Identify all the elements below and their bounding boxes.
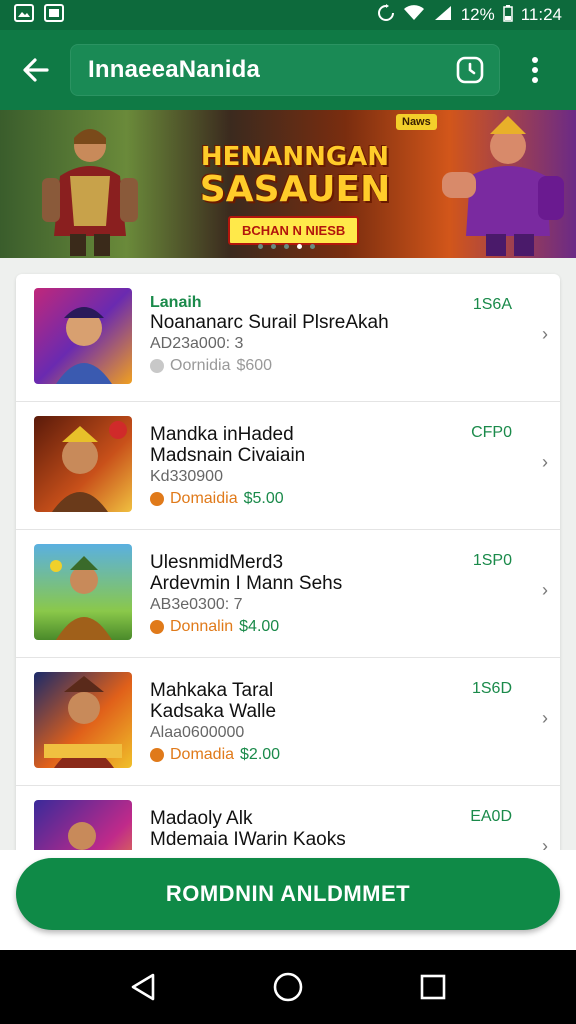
gallery-notification-icon [44, 3, 64, 27]
game-thumbnail [34, 416, 132, 512]
item-price: $2.00 [240, 746, 281, 763]
game-list: Lanaih Noananarc Surail PlsreAkah AD23a0… [16, 274, 560, 914]
clock-icon [456, 56, 484, 84]
chevron-right-icon[interactable]: › [542, 580, 548, 601]
triangle-back-icon [131, 973, 154, 1001]
image-notification-icon [14, 3, 34, 27]
indicator-dot[interactable] [284, 244, 289, 249]
list-item[interactable]: Mahkaka Taral Kadsaka Walle Alaa0600000 … [16, 658, 560, 786]
item-meta-label: Domaidia [170, 490, 238, 507]
indicator-dot-active[interactable] [297, 244, 302, 249]
item-meta-label: Donnalin [170, 618, 234, 635]
item-rating: CFP0 [471, 424, 512, 441]
circle-home-icon [273, 972, 303, 1002]
arrow-back-icon [23, 58, 49, 82]
shield-icon [150, 492, 164, 506]
status-bar: 12% 11:24 [0, 0, 576, 30]
item-tag: Lanaih [150, 294, 202, 311]
indicator-dot[interactable] [271, 244, 276, 249]
item-price: $5.00 [243, 490, 284, 507]
back-button[interactable] [0, 30, 70, 110]
item-price: $600 [236, 357, 273, 374]
chevron-right-icon[interactable]: › [542, 452, 548, 473]
list-item[interactable]: UlesnmidMerd3 Ardevmin I Mann Sehs AB3e0… [16, 530, 560, 658]
brawler-hero-illustration [442, 116, 564, 256]
item-rating: 1S6D [471, 680, 512, 697]
system-nav-bar [0, 950, 576, 1024]
page-title: InnaeeaNanida [88, 56, 260, 83]
chevron-right-icon[interactable]: › [542, 708, 548, 729]
nav-recents-button[interactable] [408, 962, 458, 1012]
item-subtitle: Alaa0600000 [150, 724, 245, 741]
item-title: Madaoly Alk Mdemaia IWarin Kaoks [150, 808, 346, 850]
nav-home-button[interactable] [263, 962, 313, 1012]
item-title: Mahkaka Taral Kadsaka Walle [150, 680, 277, 722]
app-bar: InnaeeaNanida [0, 30, 576, 110]
nav-back-button[interactable] [118, 962, 168, 1012]
shield-icon [150, 620, 164, 634]
overflow-menu-button[interactable] [500, 30, 570, 110]
item-subtitle: AD23a000: 3 [150, 335, 244, 352]
item-price: $4.00 [239, 618, 280, 635]
clock-time: 11:24 [520, 5, 562, 24]
item-meta-label: Oornidia [170, 357, 231, 374]
item-subtitle: AB3e0300: 7 [150, 596, 243, 613]
item-title: UlesnmidMerd3 Ardevmin I Mann Sehs [150, 552, 343, 594]
search-title-field[interactable]: InnaeeaNanida [70, 44, 500, 96]
battery-percent: 12% [460, 5, 495, 24]
indicator-dot[interactable] [310, 244, 315, 249]
sync-icon [377, 3, 395, 27]
banner-title: HENANNGAN SASAUEN [199, 142, 391, 211]
more-vert-icon [532, 57, 538, 83]
item-meta-label: Domadia [170, 746, 235, 763]
history-button[interactable] [454, 54, 486, 86]
item-rating: EA0D [470, 808, 512, 825]
primary-action-button[interactable]: ROMDNIN ANLDMMET [16, 858, 560, 930]
battery-icon [502, 4, 513, 27]
game-thumbnail [34, 672, 132, 768]
banner-page-indicator [258, 244, 315, 249]
banner-cta[interactable]: BCHAN N NIESB [228, 216, 360, 245]
item-rating: 1SP0 [472, 552, 512, 569]
wifi-icon [403, 4, 425, 27]
shield-icon [150, 359, 164, 373]
shield-icon [150, 748, 164, 762]
game-thumbnail [34, 288, 132, 384]
item-title: Noananarc Surail PlsreAkah [150, 312, 389, 333]
indicator-dot[interactable] [258, 244, 263, 249]
warrior-hero-illustration [42, 129, 138, 256]
promo-banner[interactable]: Naws HENANNGAN SASAUEN BCHAN N NIESB [0, 110, 576, 258]
bottom-action-area: ROMDNIN ANLDMMET [0, 850, 576, 950]
signal-icon [433, 4, 453, 27]
item-title: Mandka inHaded Madsnain Civaiain [150, 424, 306, 466]
list-item[interactable]: Mandka inHaded Madsnain Civaiain Kd33090… [16, 402, 560, 530]
square-recents-icon [421, 974, 446, 1000]
item-subtitle: Kd330900 [150, 468, 223, 485]
chevron-right-icon[interactable]: › [542, 324, 548, 345]
item-rating: 1S6A [472, 296, 512, 313]
list-item[interactable]: Lanaih Noananarc Surail PlsreAkah AD23a0… [16, 274, 560, 402]
game-thumbnail [34, 544, 132, 640]
